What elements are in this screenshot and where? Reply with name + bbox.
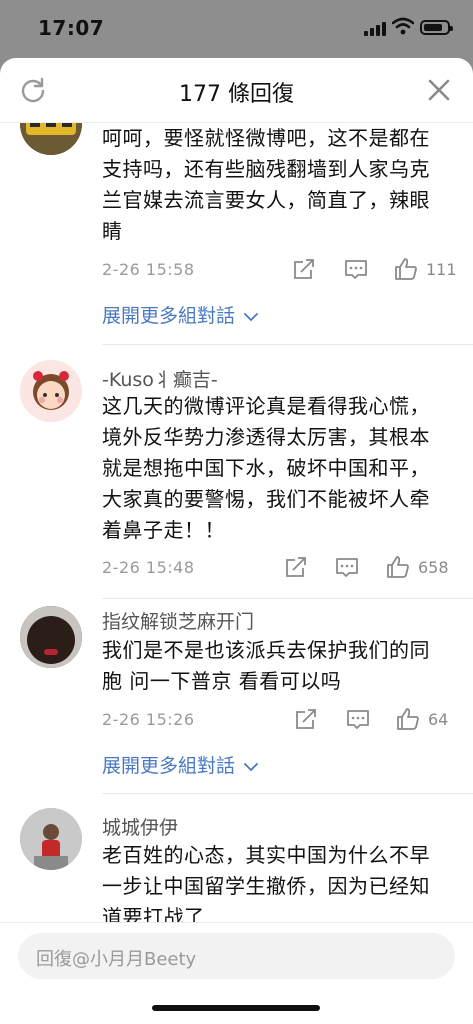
avatar[interactable] xyxy=(20,360,82,422)
chevron-down-icon xyxy=(244,312,258,321)
share-icon[interactable] xyxy=(284,555,308,579)
divider xyxy=(102,598,473,599)
wifi-icon xyxy=(392,17,414,35)
share-icon[interactable] xyxy=(294,707,318,731)
share-icon[interactable] xyxy=(292,257,316,281)
comment-icon[interactable] xyxy=(335,555,359,579)
like-count: 658 xyxy=(418,558,449,577)
like-count: 111 xyxy=(426,260,457,279)
expand-conversation-label: 展開更多組對話 xyxy=(102,755,236,777)
comment-username[interactable]: 城城伊伊 xyxy=(102,813,178,840)
comment-date: 2-26 15:58 xyxy=(102,260,195,279)
status-time: 17:07 xyxy=(38,16,105,40)
like-count: 64 xyxy=(428,710,449,729)
close-icon[interactable] xyxy=(427,78,451,102)
avatar[interactable] xyxy=(20,606,82,668)
signal-icon xyxy=(364,20,388,36)
divider xyxy=(102,793,473,794)
status-bar: 17:07 xyxy=(0,0,473,58)
like-icon[interactable] xyxy=(386,555,410,579)
expand-conversation-link[interactable]: 展開更多組對話 xyxy=(102,751,259,778)
sheet-title: 177 條回復 xyxy=(179,82,294,107)
home-indicator[interactable] xyxy=(152,1005,320,1011)
divider xyxy=(102,344,473,345)
comment-username[interactable]: 指纹解锁芝麻开门 xyxy=(102,607,254,634)
comment-meta: 2-26 15:48 658 xyxy=(102,555,452,583)
reply-footer: 回復@小月月Beety xyxy=(0,922,473,1024)
expand-conversation-link[interactable]: 展開更多組對話 xyxy=(102,301,259,328)
comment-text: 我们是不是也该派兵去保护我们的同胞 问一下普京 看看可以吗 xyxy=(102,638,430,693)
expand-conversation-label: 展開更多組對話 xyxy=(102,305,236,327)
replies-sheet: 177 條回復 呵呵，要怪就怪微博吧，这不是都在支持吗，还有些脑残翻墙到人家乌克… xyxy=(0,58,473,1024)
comment-date: 2-26 15:48 xyxy=(102,558,195,577)
comment-username[interactable]: -Kuso丬癫吉- xyxy=(102,365,218,392)
comment-list[interactable]: 呵呵，要怪就怪微博吧，这不是都在支持吗，还有些脑残翻墙到人家乌克兰官媒去流言要女… xyxy=(0,123,473,923)
comment-date: 2-26 15:26 xyxy=(102,710,195,729)
chevron-down-icon xyxy=(244,762,258,771)
reply-placeholder: 回復@小月月Beety xyxy=(36,949,197,970)
comment-meta: 2-26 15:26 64 xyxy=(102,707,452,735)
avatar[interactable] xyxy=(20,808,82,870)
avatar[interactable] xyxy=(20,123,82,155)
reply-input[interactable]: 回復@小月月Beety xyxy=(18,933,455,979)
sheet-header: 177 條回復 xyxy=(0,58,473,123)
comment-meta: 2-26 15:58 111 xyxy=(102,257,457,285)
comment-icon[interactable] xyxy=(346,707,370,731)
comment-text: 这几天的微博评论真是看得我心慌，境外反华势力渗透得太厉害，其根本就是想拖中国下水… xyxy=(102,394,430,542)
battery-icon xyxy=(420,20,453,35)
like-icon[interactable] xyxy=(394,257,418,281)
comment-text: 老百姓的心态，其实中国为什么不早一步让中国留学生撤侨，因为已经知道要打战了 xyxy=(102,843,430,923)
like-icon[interactable] xyxy=(396,707,420,731)
comment-icon[interactable] xyxy=(344,257,368,281)
comment-text: 呵呵，要怪就怪微博吧，这不是都在支持吗，还有些脑残翻墙到人家乌克兰官媒去流言要女… xyxy=(102,126,430,243)
